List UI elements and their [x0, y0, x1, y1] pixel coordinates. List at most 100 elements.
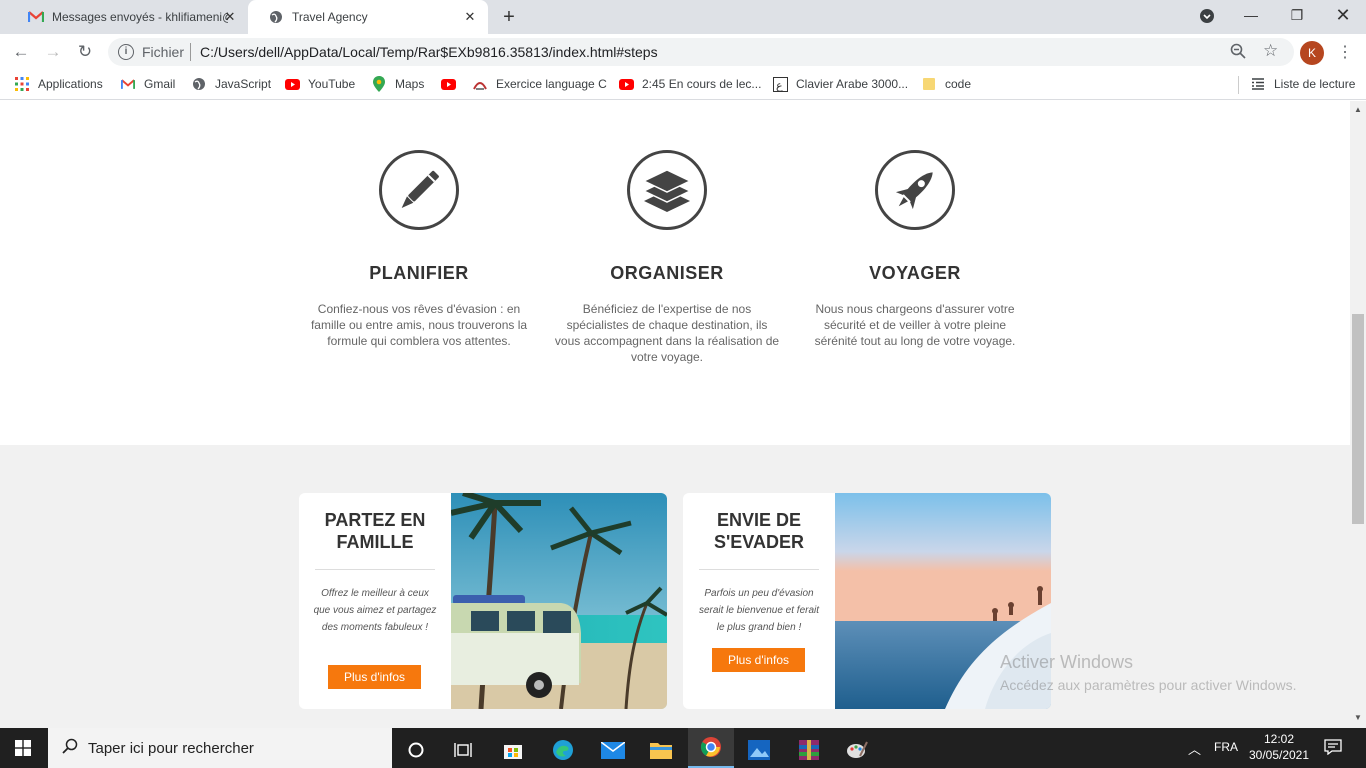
page-viewport: PLANIFIER Confiez-nous vos rêves d'évasi…: [0, 101, 1350, 728]
separator: [1238, 76, 1239, 94]
bookmark-clavier-arabe[interactable]: ع Clavier Arabe 3000...: [772, 70, 908, 98]
address-bar[interactable]: i Fichier C:/Users/dell/AppData/Local/Te…: [108, 38, 1294, 66]
close-tab-icon[interactable]: ✕: [462, 9, 478, 25]
bookmark-maps[interactable]: Maps: [371, 70, 424, 98]
winrar-icon[interactable]: [786, 732, 832, 768]
clock-date: 30/05/2021: [1248, 748, 1310, 762]
offer-card-evader: ENVIE DE S'EVADER Parfois un peu d'évasi…: [683, 493, 1051, 709]
tab-strip: Messages envoyés - khlifiameni@ ✕ Travel…: [0, 0, 1366, 34]
step-title: VOYAGER: [869, 263, 961, 283]
zoom-icon[interactable]: [1230, 43, 1246, 62]
bookmark-youtube[interactable]: YouTube: [284, 70, 355, 98]
search-icon: [62, 738, 78, 758]
reading-list-label: Liste de lecture: [1274, 77, 1356, 91]
windows-start-icon[interactable]: [0, 728, 46, 768]
search-placeholder: Taper ici pour rechercher: [88, 739, 254, 757]
tab-title: Travel Agency: [292, 10, 368, 24]
notifications-icon[interactable]: [1324, 739, 1342, 760]
restore-button[interactable]: ❐: [1274, 0, 1320, 32]
scrollbar-thumb[interactable]: [1352, 314, 1364, 524]
youtube-icon: [284, 76, 300, 92]
bookmark-label: YouTube: [308, 77, 356, 91]
reading-list-button[interactable]: Liste de lecture: [1250, 70, 1355, 98]
activate-windows-subtitle: Accédez aux paramètres pour activer Wind…: [1000, 677, 1297, 693]
task-view-icon[interactable]: [440, 732, 486, 768]
scroll-down-arrow-icon[interactable]: ▼: [1354, 713, 1362, 722]
bookmark-label: Gmail: [144, 77, 176, 91]
bookmark-label: JavaScript: [215, 77, 272, 91]
tab-gmail[interactable]: Messages envoyés - khlifiameni@ ✕: [8, 0, 248, 34]
beach-van-image: [450, 493, 667, 709]
offer-card-famille: PARTEZ EN FAMILLE Offrez le meilleur à c…: [299, 493, 667, 709]
plus-infos-button[interactable]: Plus d'infos: [328, 665, 421, 689]
card-title: ENVIE DE S'EVADER: [714, 510, 804, 552]
taskbar-search-box[interactable]: Taper ici pour rechercher: [48, 728, 392, 768]
bookmark-javascript[interactable]: JavaScript: [191, 70, 271, 98]
browser-toolbar: ← → ↻ i Fichier C:/Users/dell/AppData/Lo…: [0, 34, 1366, 70]
bookmark-label: Maps: [395, 77, 425, 91]
pencil-icon: [379, 150, 459, 230]
tab-title: Messages envoyés - khlifiameni@: [52, 10, 228, 24]
tab-search-icon[interactable]: [1184, 0, 1230, 32]
back-arrow-icon[interactable]: ←: [9, 40, 33, 64]
clock[interactable]: 12:02 30/05/2021: [1248, 732, 1310, 762]
bookmark-gmail[interactable]: Gmail: [120, 70, 175, 98]
url-text[interactable]: C:/Users/dell/AppData/Local/Temp/Rar$EXb…: [200, 44, 658, 60]
forward-arrow-icon[interactable]: →: [41, 40, 65, 64]
tab-travel-agency[interactable]: Travel Agency ✕: [248, 0, 488, 34]
site-icon: [472, 76, 488, 92]
bookmark-label: Applications: [38, 77, 103, 91]
chevron-up-icon[interactable]: ︿: [1188, 739, 1201, 758]
apps-grid-icon: [14, 76, 30, 92]
step-description: Nous nous chargeons d'assurer votre sécu…: [814, 302, 1016, 348]
profile-avatar[interactable]: K: [1300, 41, 1324, 65]
bookmark-youtube-2[interactable]: [440, 70, 464, 98]
youtube-icon: [618, 76, 634, 92]
bookmark-label: Exercice language C: [496, 77, 607, 91]
youtube-icon: [440, 76, 456, 92]
chrome-taskbar-icon[interactable]: [688, 728, 734, 768]
url-scheme-label: Fichier: [142, 44, 185, 60]
info-icon[interactable]: i: [118, 44, 134, 60]
close-window-button[interactable]: ✕: [1320, 0, 1366, 32]
card-title: PARTEZ EN FAMILLE: [324, 510, 426, 552]
folder-icon: [921, 76, 937, 92]
windows-taskbar: Taper ici pour rechercher ︿ FRA 12:02 30…: [0, 728, 1366, 768]
bookmark-en-cours[interactable]: 2:45 En cours de lec...: [618, 70, 761, 98]
language-indicator[interactable]: FRA: [1214, 740, 1238, 754]
photos-icon[interactable]: [736, 732, 782, 768]
svg-text:ع: ع: [776, 79, 783, 92]
bookmark-exercice-c[interactable]: Exercice language C: [472, 70, 607, 98]
globe-icon: [268, 9, 284, 25]
reload-icon[interactable]: ↻: [73, 40, 97, 64]
site-icon: ع: [772, 76, 788, 92]
minimize-button[interactable]: —: [1228, 0, 1274, 32]
bookmark-applications[interactable]: Applications: [14, 70, 103, 98]
edge-icon[interactable]: [540, 732, 586, 768]
reading-list-icon: [1250, 76, 1266, 92]
globe-icon: [191, 76, 207, 92]
bookmarks-bar: Applications Gmail JavaScript YouTube Ma…: [0, 70, 1366, 100]
bookmark-star-icon[interactable]: ☆: [1263, 41, 1278, 61]
divider: [315, 569, 435, 570]
card-text: Parfois un peu d'évasion serait le bienv…: [698, 588, 820, 633]
rocket-icon: [875, 150, 955, 230]
close-tab-icon[interactable]: ✕: [222, 9, 238, 25]
step-description: Confiez-nous vos rêves d'évasion : en fa…: [310, 302, 528, 348]
bookmark-code-folder[interactable]: code: [921, 70, 971, 98]
file-explorer-icon[interactable]: [638, 732, 684, 768]
step-title: ORGANISER: [610, 263, 724, 283]
cortana-icon[interactable]: [393, 732, 439, 768]
store-icon[interactable]: [490, 732, 536, 768]
separator: [190, 43, 191, 61]
card-content: ENVIE DE S'EVADER Parfois un peu d'évasi…: [683, 493, 835, 709]
gmail-icon: [28, 9, 44, 25]
paint-icon[interactable]: [834, 732, 880, 768]
step-description: Bénéficiez de l'expertise de nos spécial…: [554, 302, 780, 364]
plus-infos-button[interactable]: Plus d'infos: [712, 648, 805, 672]
scroll-up-arrow-icon[interactable]: ▲: [1354, 105, 1362, 114]
layers-icon: [627, 150, 707, 230]
menu-dots-icon[interactable]: ⋮: [1337, 41, 1353, 65]
new-tab-button[interactable]: +: [496, 5, 522, 29]
mail-icon[interactable]: [590, 732, 636, 768]
